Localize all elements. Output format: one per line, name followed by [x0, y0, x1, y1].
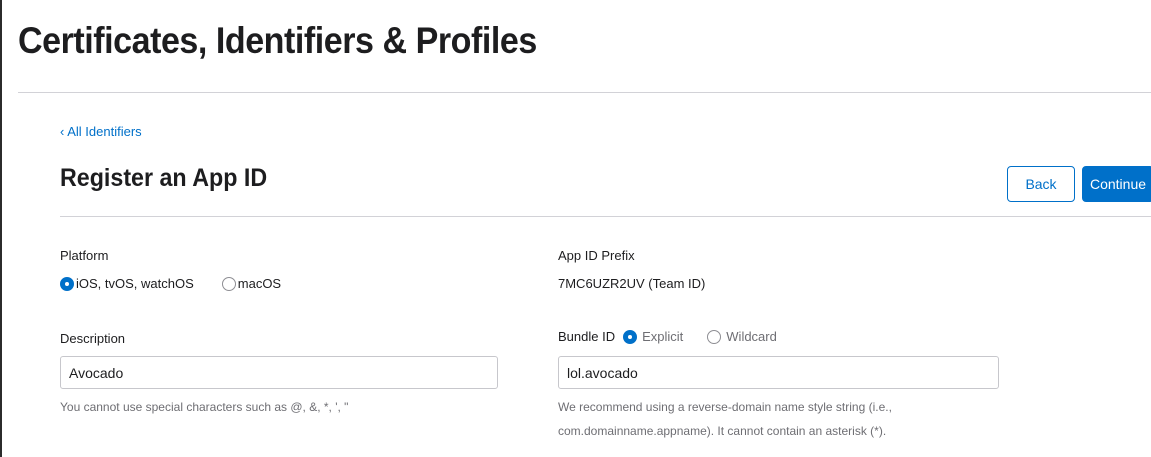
- continue-button[interactable]: Continue: [1082, 166, 1151, 202]
- header-divider: [18, 92, 1151, 93]
- platform-option-ios[interactable]: iOS, tvOS, watchOS: [60, 276, 194, 291]
- radio-checked-icon: [623, 329, 638, 344]
- bundle-id-option-wildcard-label: Wildcard: [726, 329, 777, 344]
- radio-checked-icon: [60, 276, 74, 291]
- page-header-title: Certificates, Identifiers & Profiles: [18, 20, 537, 61]
- bundle-id-input[interactable]: [558, 356, 999, 389]
- back-button[interactable]: Back: [1007, 166, 1075, 202]
- bundle-id-hint-line2: com.domainname.appname). It cannot conta…: [558, 424, 887, 438]
- radio-unchecked-icon: [221, 276, 236, 291]
- bundle-id-hint-line1: We recommend using a reverse-domain name…: [558, 400, 892, 414]
- bundle-id-row: Bundle ID Explicit Wildcard: [558, 329, 777, 344]
- platform-radio-group: iOS, tvOS, watchOS macOS: [60, 276, 281, 291]
- platform-option-ios-label: iOS, tvOS, watchOS: [76, 276, 194, 291]
- description-input[interactable]: [60, 356, 498, 389]
- radio-unchecked-icon: [707, 329, 722, 344]
- platform-option-macos-label: macOS: [237, 276, 282, 291]
- bundle-id-option-explicit-label: Explicit: [642, 329, 684, 344]
- left-border: [0, 0, 2, 457]
- description-hint: You cannot use special characters such a…: [60, 400, 349, 414]
- app-id-prefix-label: App ID Prefix: [558, 248, 635, 263]
- description-label: Description: [60, 331, 126, 346]
- all-identifiers-link[interactable]: ‹ All Identifiers: [60, 124, 142, 139]
- bundle-id-option-wildcard[interactable]: Wildcard: [707, 329, 777, 344]
- app-id-prefix-value: 7MC6UZR2UV (Team ID): [558, 276, 706, 291]
- platform-option-macos[interactable]: macOS: [221, 276, 282, 291]
- bundle-id-label: Bundle ID: [558, 329, 616, 344]
- section-divider: [60, 216, 1151, 217]
- register-app-id-title: Register an App ID: [60, 164, 268, 192]
- bundle-id-option-explicit[interactable]: Explicit: [623, 329, 683, 344]
- platform-label: Platform: [60, 248, 109, 263]
